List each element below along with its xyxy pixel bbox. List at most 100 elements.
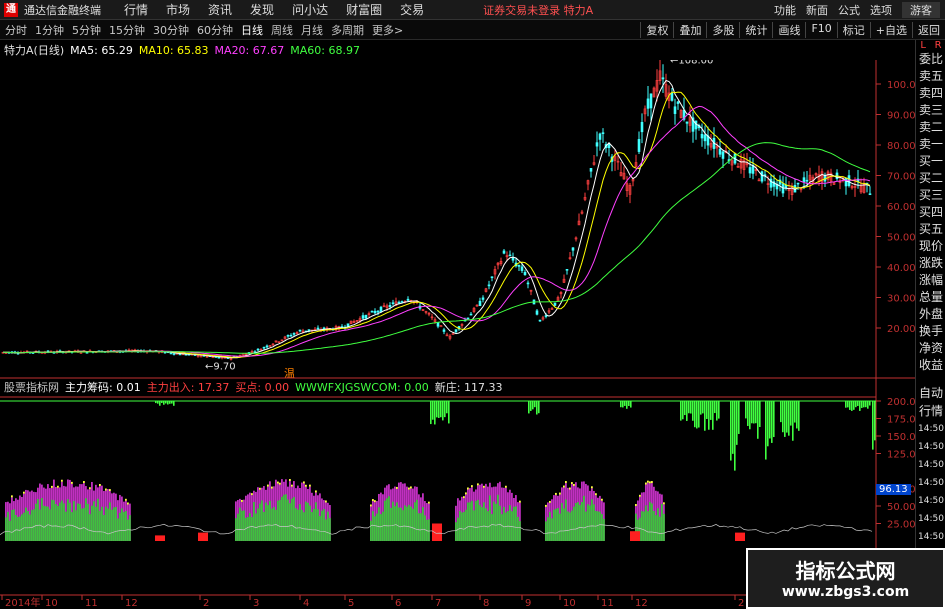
side-item-2[interactable]: 卖四 bbox=[916, 85, 945, 102]
candle-body bbox=[439, 325, 443, 328]
tab-5min[interactable]: 5分钟 bbox=[72, 22, 101, 38]
overlay-button[interactable]: 叠加 bbox=[673, 21, 706, 38]
menu-gongshi[interactable]: 公式 bbox=[838, 2, 860, 18]
menu-gongneng[interactable]: 功能 bbox=[774, 2, 796, 18]
menu-wenxiaoda[interactable]: 问小达 bbox=[292, 1, 328, 18]
side-item-18[interactable]: 收益 bbox=[916, 357, 945, 374]
side-ind-item-6[interactable]: 14:50 bbox=[916, 493, 945, 511]
time-label-9: 7 bbox=[435, 598, 441, 609]
hist-cap bbox=[372, 499, 374, 502]
hang-bar bbox=[872, 401, 874, 450]
side-item-5[interactable]: 卖一 bbox=[916, 136, 945, 153]
tab-more[interactable]: 更多> bbox=[372, 22, 403, 38]
tab-fenshi[interactable]: 分时 bbox=[5, 22, 27, 38]
side-ind-item-8[interactable]: 14:50 bbox=[916, 529, 945, 547]
statistics-button[interactable]: 统计 bbox=[739, 21, 772, 38]
price-label-5: 50.00 bbox=[887, 233, 915, 244]
tab-multi-period[interactable]: 多周期 bbox=[331, 22, 364, 38]
kline-chart[interactable]: ←108.00←9.70温 100.0090.0080.0070.0060.00… bbox=[0, 60, 915, 609]
hang-bar bbox=[438, 401, 440, 418]
tab-weekly[interactable]: 周线 bbox=[271, 22, 293, 38]
hang-bar bbox=[780, 401, 782, 423]
hist-green bbox=[85, 498, 87, 541]
side-item-16[interactable]: 换手 bbox=[916, 323, 945, 340]
menu-xuanxiang[interactable]: 选项 bbox=[870, 2, 892, 18]
hist-green bbox=[117, 518, 119, 541]
multi-stock-button[interactable]: 多股 bbox=[706, 21, 739, 38]
side-ind-item-2[interactable]: 14:50 bbox=[916, 421, 945, 439]
indicator-name[interactable]: 股票指标网 bbox=[4, 379, 59, 395]
tab-15min[interactable]: 15分钟 bbox=[109, 22, 145, 38]
tab-daily[interactable]: 日线 bbox=[241, 22, 263, 38]
hang-bar bbox=[432, 401, 434, 420]
side-item-3[interactable]: 卖三 bbox=[916, 102, 945, 119]
hang-bar bbox=[159, 401, 161, 406]
hang-bar bbox=[440, 401, 442, 418]
guest-button[interactable]: 游客 bbox=[902, 1, 940, 18]
mark-button[interactable]: 标记 bbox=[836, 21, 870, 38]
hang-bar bbox=[790, 401, 792, 426]
back-button[interactable]: 返回 bbox=[912, 21, 945, 38]
menu-zixun[interactable]: 资讯 bbox=[208, 1, 232, 18]
hist-green bbox=[597, 511, 599, 541]
tab-monthly[interactable]: 月线 bbox=[301, 22, 323, 38]
side-ind-item-7[interactable]: 14:50 bbox=[916, 511, 945, 529]
side-ind-item-4[interactable]: 14:50 bbox=[916, 457, 945, 475]
side-item-0[interactable]: 委比 bbox=[916, 51, 945, 68]
side-item-8[interactable]: 买三 bbox=[916, 187, 945, 204]
hist-green bbox=[428, 519, 430, 541]
side-item-12[interactable]: 涨跌 bbox=[916, 255, 945, 272]
hang-bar bbox=[710, 401, 712, 420]
menu-shichang[interactable]: 市场 bbox=[166, 1, 190, 18]
tab-60min[interactable]: 60分钟 bbox=[197, 22, 233, 38]
hist-green bbox=[55, 504, 57, 541]
f10-button[interactable]: F10 bbox=[805, 21, 836, 38]
hist-green bbox=[313, 508, 315, 541]
side-item-9[interactable]: 买四 bbox=[916, 204, 945, 221]
side-item-13[interactable]: 涨幅 bbox=[916, 272, 945, 289]
hang-bar bbox=[794, 401, 796, 423]
candle-body bbox=[172, 353, 176, 355]
candle-body bbox=[571, 247, 575, 251]
side-item-11[interactable]: 现价 bbox=[916, 238, 945, 255]
menu-jiaoyi[interactable]: 交易 bbox=[400, 1, 424, 18]
ma5-line bbox=[2, 79, 871, 359]
tab-1min[interactable]: 1分钟 bbox=[35, 22, 64, 38]
hist-green bbox=[647, 511, 649, 541]
side-lr-toggle[interactable]: LR bbox=[916, 40, 945, 51]
side-item-17[interactable]: 净资 bbox=[916, 340, 945, 357]
menu-faxian[interactable]: 发现 bbox=[250, 1, 274, 18]
menu-caifuquan[interactable]: 财富圈 bbox=[346, 1, 382, 18]
side-item-14[interactable]: 总量 bbox=[916, 289, 945, 306]
hist-green bbox=[129, 515, 131, 541]
fuquan-button[interactable]: 复权 bbox=[640, 21, 673, 38]
hang-bar bbox=[747, 401, 749, 426]
hist-cap bbox=[563, 485, 565, 488]
hist-green bbox=[412, 508, 414, 541]
hist-green bbox=[655, 515, 657, 541]
red-spike bbox=[630, 531, 640, 541]
side-item-1[interactable]: 卖五 bbox=[916, 68, 945, 85]
side-item-6[interactable]: 买一 bbox=[916, 153, 945, 170]
draw-line-button[interactable]: 画线 bbox=[772, 21, 805, 38]
side-item-7[interactable]: 买二 bbox=[916, 170, 945, 187]
add-watchlist-button[interactable]: +自选 bbox=[869, 21, 912, 38]
side-item-4[interactable]: 卖二 bbox=[916, 119, 945, 136]
menu-hangqing[interactable]: 行情 bbox=[124, 1, 148, 18]
hang-bar bbox=[698, 401, 700, 428]
hist-green bbox=[111, 509, 113, 541]
side-item-10[interactable]: 买五 bbox=[916, 221, 945, 238]
side-ind-item-3[interactable]: 14:50 bbox=[916, 439, 945, 457]
side-panel: LR 委比 卖五 卖四 卖三 卖二 卖一 买一 买二 买三 买四 买五 现价 涨跌 涨幅 总量 外盘 换手 净资收… bbox=[915, 40, 945, 609]
side-item-15[interactable]: 外盘 bbox=[916, 306, 945, 323]
side-ind-item-0[interactable]: 自动 bbox=[916, 385, 945, 403]
side-ind-item-1[interactable]: 行情 bbox=[916, 403, 945, 421]
login-status: 证券交易未登录 特力A bbox=[483, 3, 594, 17]
hist-green bbox=[15, 514, 17, 541]
menu-xinmian[interactable]: 新面 bbox=[806, 2, 828, 18]
side-ind-item-5[interactable]: 14:50 bbox=[916, 475, 945, 493]
hist-cap bbox=[545, 504, 547, 507]
hist-green bbox=[67, 499, 69, 541]
hist-green bbox=[125, 510, 127, 541]
tab-30min[interactable]: 30分钟 bbox=[153, 22, 189, 38]
